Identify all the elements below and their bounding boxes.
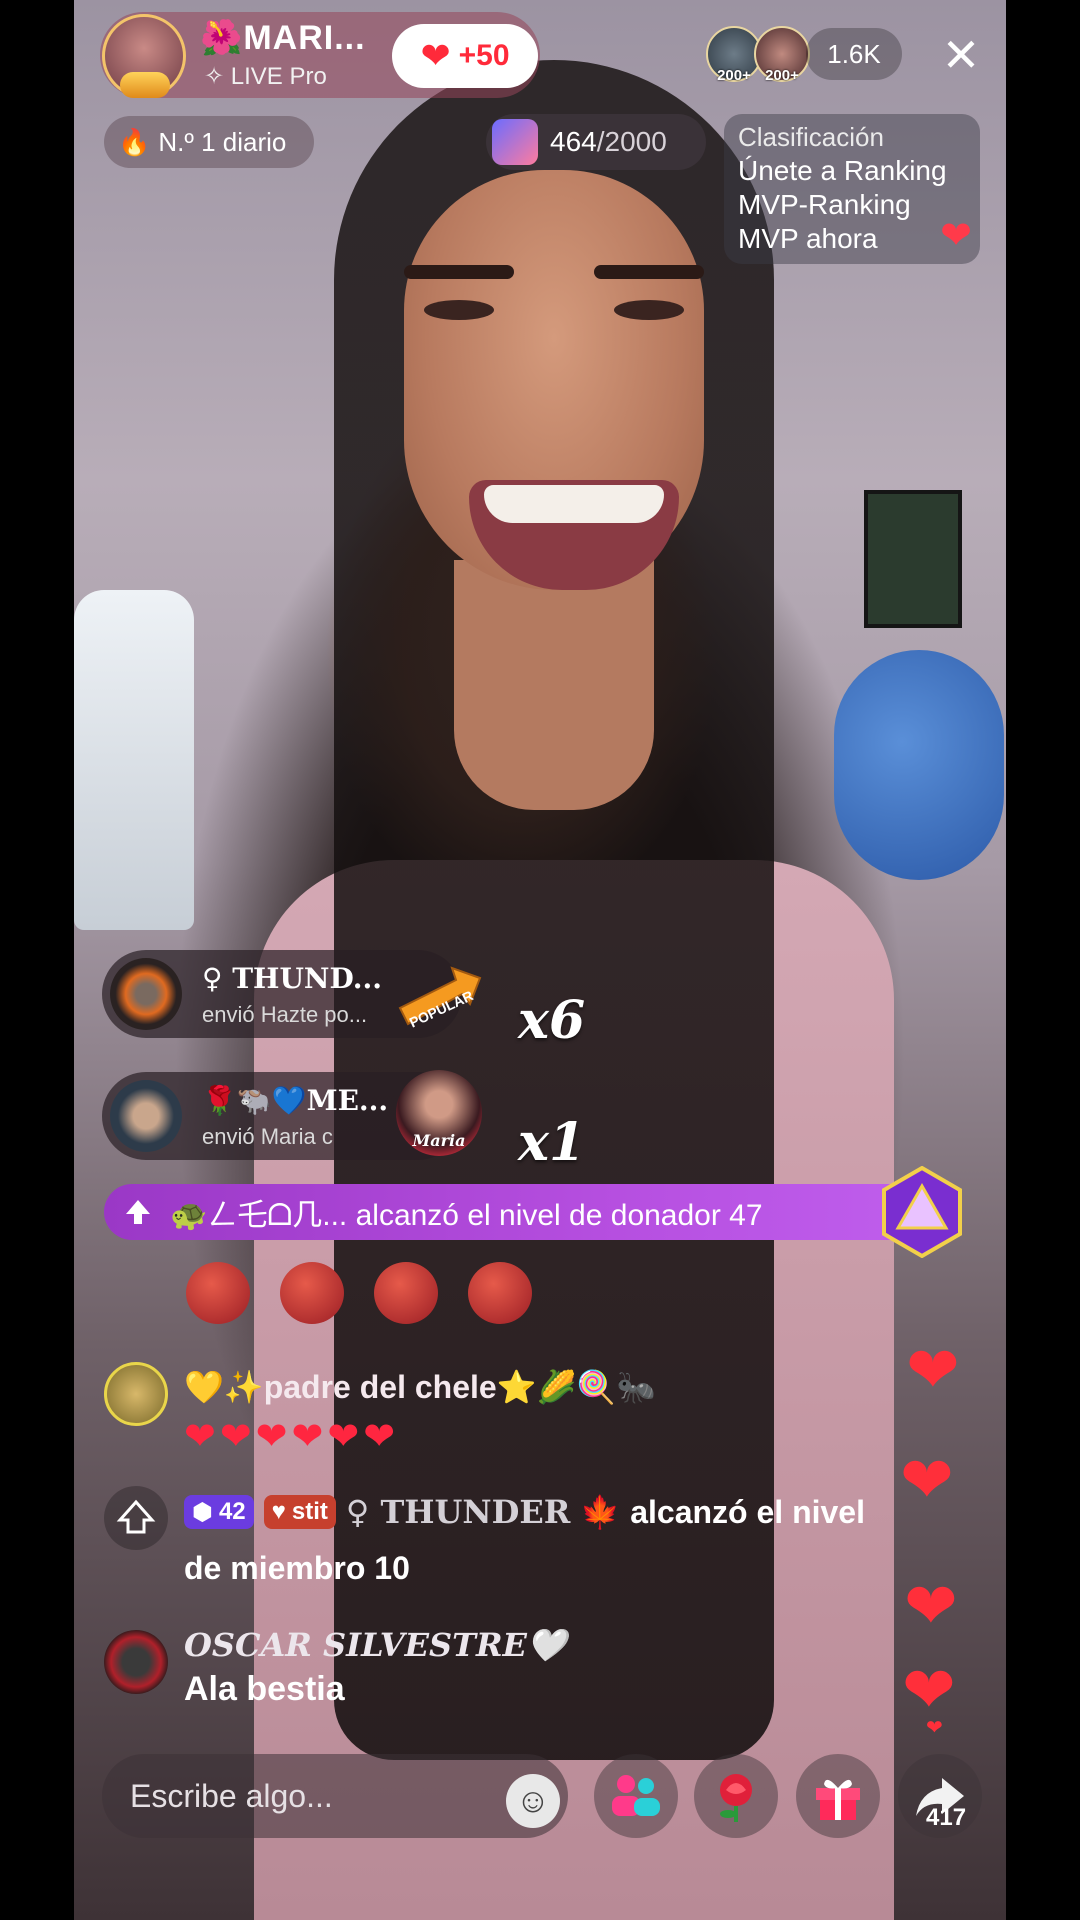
emoji-icon[interactable]: ☺	[506, 1774, 560, 1828]
daily-rank-pill[interactable]: 🔥 N.º 1 diario	[104, 116, 314, 168]
gift-message: envió Hazte po...	[202, 1002, 368, 1027]
streamer-brow-left	[404, 265, 514, 279]
host-subtitle: ✧ LIVE Pro	[204, 63, 327, 90]
close-icon[interactable]: ✕	[936, 30, 986, 80]
streamer-eye-right	[614, 300, 684, 320]
chat-message-name: 💛✨padre del chele⭐🌽🍭🐜	[184, 1369, 657, 1405]
comment-input[interactable]: Escribe algo...	[102, 1754, 568, 1838]
apple-emoji-icon	[374, 1262, 438, 1324]
goal-total: /2000	[596, 126, 667, 157]
floating-heart-icon: ❤	[902, 1654, 956, 1726]
like-count: +50	[458, 39, 510, 72]
gem-small-icon: ⬢	[192, 1498, 213, 1526]
top-viewer-1-label: 200+	[717, 67, 751, 84]
daily-rank-label: N.º 1 diario	[158, 126, 287, 157]
fan-club-badge: ♥ stit	[263, 1495, 336, 1529]
gift-sender-avatar	[110, 958, 182, 1030]
arrow-up-icon	[126, 1200, 150, 1224]
follow-like-button[interactable]: ❤ +50	[392, 24, 538, 88]
gift-sender-name: 🌹🐃💙ME...	[202, 1084, 389, 1117]
arrow-up-outline-icon	[116, 1499, 156, 1534]
top-viewer-2-label: 200+	[765, 67, 799, 84]
maria-gift-label: Maria	[412, 1131, 466, 1150]
gift-sender-name: ♀ THUND...	[202, 962, 383, 995]
fan-club-name: stit	[291, 1498, 328, 1525]
heart-small-icon: ♥	[271, 1498, 286, 1525]
host-name[interactable]: 🌺MARI...	[200, 18, 366, 58]
piggy-bank-icon	[492, 119, 538, 165]
streamer-teeth	[484, 485, 664, 523]
chat-message-text: Ala bestia	[184, 1670, 345, 1708]
donor-level-text: 🐢ㄥ乇ᗝ几... alcanzó el nivel de donador 47	[170, 1199, 763, 1232]
apple-emoji-icon	[468, 1262, 532, 1324]
streamer-brow-right	[594, 265, 704, 279]
member-level-message: ⬢ 42 ♥ stit ♀ THUNDER 🍁 alcanzó el nivel d…	[184, 1484, 954, 1596]
goal-progress: 464/2000	[550, 126, 667, 158]
member-level-text-2: de miembro 10	[184, 1550, 410, 1586]
floating-heart-icon: ❤	[926, 1717, 943, 1739]
ranking-title: Clasificación	[738, 122, 884, 152]
donor-gem-icon	[882, 1166, 962, 1258]
host-rank-badge-icon	[120, 72, 170, 98]
host-subtitle-text: LIVE Pro	[230, 63, 327, 90]
floating-heart-icon: ❤	[906, 1334, 960, 1406]
donor-level-badge: ⬢ 42	[184, 1495, 254, 1529]
multi-guest-icon[interactable]	[594, 1754, 678, 1838]
fire-icon: 🔥	[118, 126, 151, 157]
gift-sender-avatar	[110, 1080, 182, 1152]
background-coat	[74, 590, 194, 930]
donor-level-banner[interactable]: 🐢ㄥ乇ᗝ几... alcanzó el nivel de donador 47	[104, 1184, 960, 1240]
floating-heart-icon: ❤	[904, 1570, 958, 1642]
host-name-text: MARI...	[243, 19, 366, 57]
gift-count-2: x1	[518, 1112, 586, 1173]
apple-emoji-row	[186, 1262, 532, 1324]
member-user-name: ♀ THUNDER	[345, 1493, 571, 1531]
member-level-icon-wrap	[104, 1486, 168, 1550]
streamer-neck	[454, 560, 654, 810]
rose-gift-icon[interactable]	[694, 1754, 778, 1838]
goal-pill[interactable]: 464/2000	[486, 114, 706, 170]
popular-gift-icon: POPULAR	[396, 958, 482, 1044]
maria-gift-icon: Maria	[396, 1070, 482, 1156]
ranking-line-3: MVP ahora	[738, 223, 878, 254]
ranking-line-2: MVP-Ranking	[738, 189, 911, 220]
apple-emoji-icon	[186, 1262, 250, 1324]
streamer-eye-left	[424, 300, 494, 320]
chat-avatar[interactable]	[104, 1630, 168, 1694]
background-plush	[834, 650, 1004, 880]
apple-emoji-icon	[280, 1262, 344, 1324]
ranking-panel[interactable]: Clasificación Únete a Ranking MVP-Rankin…	[724, 114, 980, 264]
background-poster	[864, 490, 962, 628]
floating-heart-icon: ❤	[900, 1444, 954, 1516]
goal-current: 464	[550, 126, 597, 157]
ranking-line-1: Únete a Ranking	[738, 155, 947, 186]
member-level-text: alcanzó el nivel	[630, 1494, 865, 1530]
top-viewer-avatar-2[interactable]: 200+	[754, 26, 810, 84]
ranking-heart-icon: ❤	[940, 215, 972, 257]
comment-input-placeholder: Escribe algo...	[130, 1777, 333, 1814]
chat-avatar[interactable]	[104, 1362, 168, 1426]
viewer-count[interactable]: 1.6K	[806, 28, 902, 80]
gift-count-1: x6	[518, 990, 586, 1051]
gift-message: envió Maria c	[202, 1124, 333, 1149]
hibiscus-icon: 🌺	[200, 19, 244, 57]
maple-leaf-icon: 🍁	[580, 1494, 621, 1530]
chat-message-name: OSCAR SILVESTRE🤍	[184, 1626, 567, 1664]
chat-message-hearts: ❤❤❤❤❤❤	[184, 1416, 400, 1458]
gift-box-icon[interactable]	[796, 1754, 880, 1838]
share-count: 417	[926, 1804, 967, 1831]
heart-icon: ❤	[420, 35, 451, 76]
donor-level-number: 42	[218, 1498, 246, 1525]
